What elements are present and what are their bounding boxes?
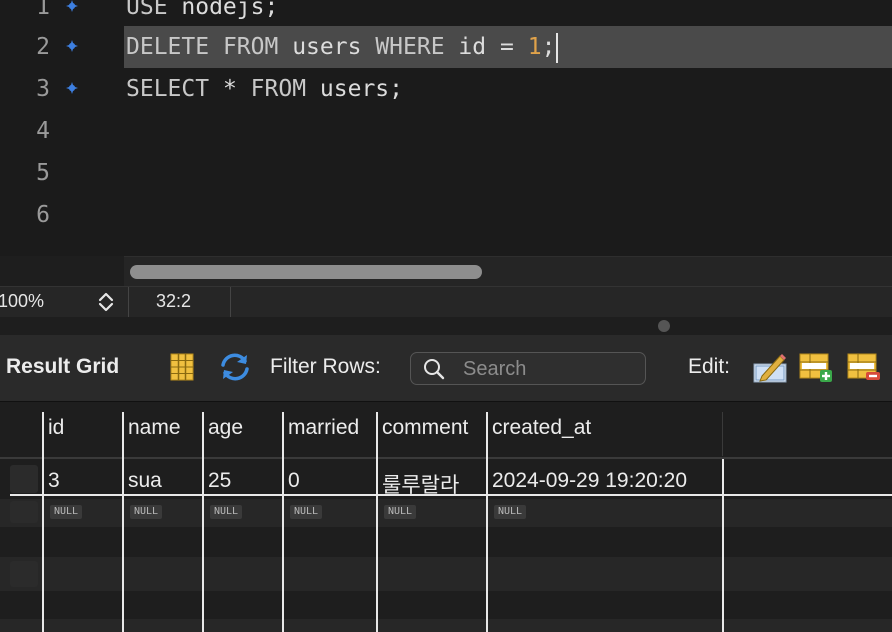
- column-header-id[interactable]: id: [48, 416, 64, 440]
- add-row-icon[interactable]: [798, 350, 834, 389]
- grid-line: [122, 412, 124, 632]
- grid-line: [722, 459, 724, 632]
- line-number: 6: [36, 202, 50, 228]
- null-badge[interactable]: NULL: [210, 505, 243, 519]
- scrollbar-thumb[interactable]: [130, 265, 482, 279]
- filter-rows-label: Filter Rows:: [270, 355, 381, 378]
- editor-line-6[interactable]: 6: [0, 194, 892, 236]
- grid-line: [202, 412, 204, 632]
- line-number: 5: [36, 160, 50, 186]
- statement-marker-icon: [66, 82, 78, 94]
- sql-editor[interactable]: 1 USE nodejs; 2 DELETE FROM users WHERE …: [0, 0, 892, 256]
- null-badge[interactable]: NULL: [50, 505, 83, 519]
- editor-line-3[interactable]: 3 SELECT * FROM users;: [0, 68, 892, 110]
- code-text: DELETE FROM users WHERE id = 1;: [126, 26, 559, 68]
- column-header-created-at[interactable]: created_at: [492, 416, 591, 440]
- delete-row-icon[interactable]: [846, 350, 882, 389]
- cell-age[interactable]: 25: [208, 469, 231, 493]
- grid-line: [282, 412, 284, 632]
- new-row[interactable]: NULL NULL NULL NULL NULL NULL: [0, 499, 892, 527]
- empty-row: [0, 527, 892, 557]
- zoom-stepper-icon[interactable]: [96, 291, 116, 313]
- column-divider: [722, 412, 723, 456]
- horizontal-scrollbar[interactable]: [124, 256, 892, 287]
- line-number: 2: [36, 34, 50, 60]
- cell-name[interactable]: sua: [128, 469, 162, 493]
- cell-created-at[interactable]: 2024-09-29 19:20:20: [492, 469, 687, 493]
- empty-row: [0, 619, 892, 632]
- pane-splitter[interactable]: [0, 317, 892, 335]
- null-badge[interactable]: NULL: [494, 505, 527, 519]
- divider: [128, 287, 129, 317]
- divider: [230, 287, 231, 317]
- zoom-level[interactable]: 100%: [0, 291, 44, 312]
- result-grid[interactable]: id name age married comment created_at 3…: [0, 402, 892, 632]
- edit-row-icon[interactable]: [752, 350, 788, 389]
- editor-line-1[interactable]: 1 USE nodejs;: [0, 0, 892, 28]
- null-badge[interactable]: NULL: [384, 505, 417, 519]
- splitter-handle[interactable]: [658, 320, 670, 332]
- empty-row: [0, 591, 892, 619]
- text-caret: [556, 32, 559, 63]
- code-text: USE nodejs;: [126, 0, 279, 20]
- edit-label: Edit:: [688, 355, 731, 378]
- row-selector: [10, 561, 38, 587]
- editor-line-2[interactable]: 2 DELETE FROM users WHERE id = 1;: [0, 26, 892, 68]
- row-selector[interactable]: [10, 465, 38, 493]
- cell-id[interactable]: 3: [48, 469, 60, 493]
- grid-line: [486, 412, 488, 632]
- empty-row: [0, 557, 892, 591]
- grid-line: [42, 412, 44, 632]
- column-header-married[interactable]: married: [288, 416, 359, 440]
- refresh-icon[interactable]: [218, 352, 252, 387]
- line-number: 4: [36, 118, 50, 144]
- null-badge[interactable]: NULL: [130, 505, 163, 519]
- null-badge[interactable]: NULL: [290, 505, 323, 519]
- grid-line: [376, 412, 378, 632]
- filter-search-box[interactable]: [410, 352, 646, 385]
- editor-line-4[interactable]: 4: [0, 110, 892, 152]
- statement-marker-icon: [66, 0, 78, 12]
- grid-layout-icon[interactable]: [168, 352, 196, 387]
- code-text: SELECT * FROM users;: [126, 76, 404, 102]
- cursor-position: 32:2: [156, 291, 192, 311]
- column-header-age[interactable]: age: [208, 416, 243, 440]
- grid-header: id name age married comment created_at: [0, 402, 892, 459]
- search-icon: [423, 358, 445, 385]
- column-header-name[interactable]: name: [128, 416, 181, 440]
- search-input[interactable]: [461, 355, 645, 383]
- statement-marker-icon: [66, 40, 78, 52]
- result-grid-title[interactable]: Result Grid: [6, 355, 119, 379]
- grid-line: [10, 494, 892, 496]
- row-selector[interactable]: [10, 501, 38, 523]
- column-header-comment[interactable]: comment: [382, 416, 468, 440]
- editor-status-bar: 100% 32:2: [0, 286, 892, 318]
- table-row[interactable]: 3 sua 25 0 룰루랄라 2024-09-29 19:20:20: [0, 459, 892, 499]
- line-number: 3: [36, 76, 50, 102]
- editor-line-5[interactable]: 5: [0, 152, 892, 194]
- cell-married[interactable]: 0: [288, 469, 300, 493]
- line-number: 1: [36, 0, 50, 20]
- result-toolbar: Result Grid Filter Rows: Edit:: [0, 335, 892, 402]
